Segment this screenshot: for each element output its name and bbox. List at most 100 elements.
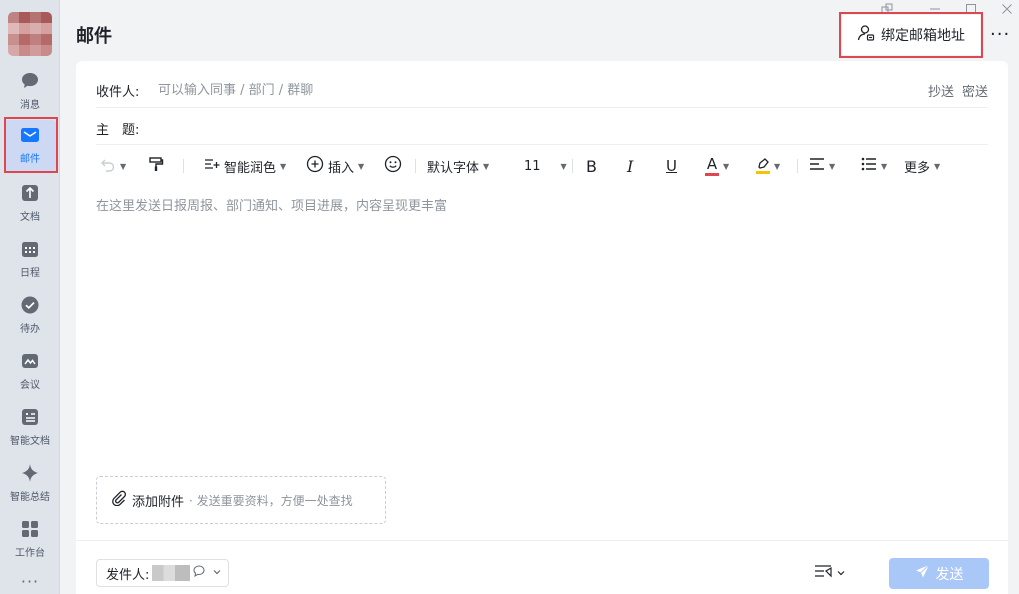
chevron-down-icon: ▼ [934,161,941,171]
check-circle-icon [20,295,40,315]
send-label: 发送 [935,566,964,583]
more-options-button[interactable]: ··· [990,24,1010,45]
more-format-button[interactable]: 更多 ▼ [904,151,940,181]
bcc-link[interactable]: 密送 [962,81,988,100]
sidebar-item-label: 待办 [20,324,40,335]
sidebar-item-label: 工作台 [15,548,45,559]
sender-name-redacted [152,565,191,581]
highlighter-bar [756,171,770,174]
sidebar-item-label: 智能总结 [10,492,50,503]
sidebar-item-calendar[interactable]: 日程 [4,234,56,286]
close-icon[interactable] [1000,2,1014,16]
font-color-button[interactable]: A ▼ [705,151,729,181]
sidebar-item-workbench[interactable]: 工作台 [4,514,56,566]
smart-doc-icon [20,407,40,427]
grid-icon [20,519,40,539]
chevron-down-icon: ▼ [829,161,836,171]
chat-bubble-outline-icon [193,565,205,581]
smart-polish-button[interactable]: 智能润色 ▼ [204,151,286,181]
toolbar-divider [797,159,798,173]
sidebar-item-label: 日程 [20,268,40,279]
cc-link[interactable]: 抄送 [928,81,954,100]
sidebar-item-messages[interactable]: 消息 [4,66,56,118]
sidebar-item-docs[interactable]: 文档 [4,178,56,230]
bold-label: B [586,156,597,176]
chevron-down-icon: ▼ [723,161,730,171]
sidebar: 消息 邮件 文档 日程 待办 会议 智能文档 智能总结 工作台 ··· [0,0,60,594]
add-attachment-button[interactable]: 添加附件 · 发送重要资料，方便一处查找 [96,476,386,524]
chevron-down-icon: ▼ [483,161,490,171]
sidebar-item-label: 文档 [20,212,40,223]
format-painter-icon [148,156,164,176]
font-color-icon: A [705,156,719,176]
font-size-label: 11 [524,158,541,174]
sender-select[interactable]: 发件人: [96,559,229,587]
plus-circle-icon [306,155,324,177]
page-title: 邮件 [76,26,112,47]
highlight-box-mail [4,117,58,173]
sparkle-icon [20,463,40,483]
align-left-icon [809,156,825,176]
chevron-down-icon: ▼ [358,161,365,171]
send-format-icon [814,563,832,582]
chevron-down-icon [836,563,846,582]
chat-bubble-icon [20,71,40,91]
email-body-editor[interactable]: 在这里发送日报周报、部门通知、项目进展，内容呈现更丰富 [96,195,447,214]
font-family-label: 默认字体 [427,160,480,176]
sidebar-item-label: 消息 [20,100,40,111]
compose-card: 收件人: 抄送 密送 主 题: ▼ 智能润色 ▼ 插入 ▼ [76,61,1008,594]
sidebar-item-smart-summary[interactable]: 智能总结 [4,458,56,510]
highlight-color-button[interactable]: ▼ [756,151,780,181]
subject-input[interactable] [158,117,958,139]
underline-button[interactable]: U [666,151,677,181]
chevron-down-icon: ▼ [774,161,781,171]
sidebar-item-meeting[interactable]: 会议 [4,346,56,398]
attachment-hint: · 发送重要资料，方便一处查找 [189,493,353,508]
recipient-row: 收件人: 抄送 密送 [96,71,988,108]
sidebar-item-label: 智能文档 [10,436,50,447]
align-button[interactable]: ▼ [809,151,835,181]
paperclip-icon [111,490,127,510]
sidebar-more-button[interactable]: ··· [0,572,60,591]
emoji-button[interactable] [384,151,402,181]
chevron-down-icon: ▼ [280,161,287,171]
recipient-label: 收件人: [96,85,140,100]
toolbar-divider [415,159,416,173]
toolbar-divider [572,159,573,173]
highlight-box-bind-email [839,12,983,58]
format-painter-button[interactable] [148,151,164,181]
undo-button[interactable]: ▼ [100,151,126,181]
chevron-down-icon: ▼ [120,161,127,171]
font-family-select[interactable]: 默认字体 ▼ [427,151,489,181]
insert-label: 插入 [328,160,355,176]
doc-icon [20,183,40,203]
send-button[interactable]: 发送 [889,558,989,589]
bullet-list-icon [861,156,877,176]
font-color-bar [705,172,719,176]
sidebar-item-smart-doc[interactable]: 智能文档 [4,402,56,454]
calendar-icon [20,239,40,259]
more-format-label: 更多 [904,160,931,176]
compose-footer: 发件人: 发送 [76,540,1008,594]
avatar[interactable] [8,12,52,56]
chevron-down-icon: ▼ [881,161,888,171]
recipient-input[interactable] [158,79,758,101]
list-button[interactable]: ▼ [861,151,887,181]
send-options-button[interactable] [814,563,846,582]
underline-label: U [666,157,677,175]
italic-label: I [627,156,634,176]
smart-polish-label: 智能润色 [224,160,277,176]
sender-label: 发件人: [106,567,150,583]
meeting-icon [20,351,40,371]
sidebar-item-todo[interactable]: 待办 [4,290,56,342]
attachment-label: 添加附件 [132,494,185,510]
insert-button[interactable]: 插入 ▼ [306,151,364,181]
font-size-select[interactable]: 11 ▼ [524,151,567,181]
subject-label: 主 题: [96,123,140,138]
subject-row: 主 题: [96,108,988,145]
toolbar-divider [183,159,184,173]
italic-button[interactable]: I [627,151,633,181]
cc-bcc-links: 抄送 密送 [928,81,988,100]
undo-icon [100,156,116,176]
bold-button[interactable]: B [586,151,597,181]
